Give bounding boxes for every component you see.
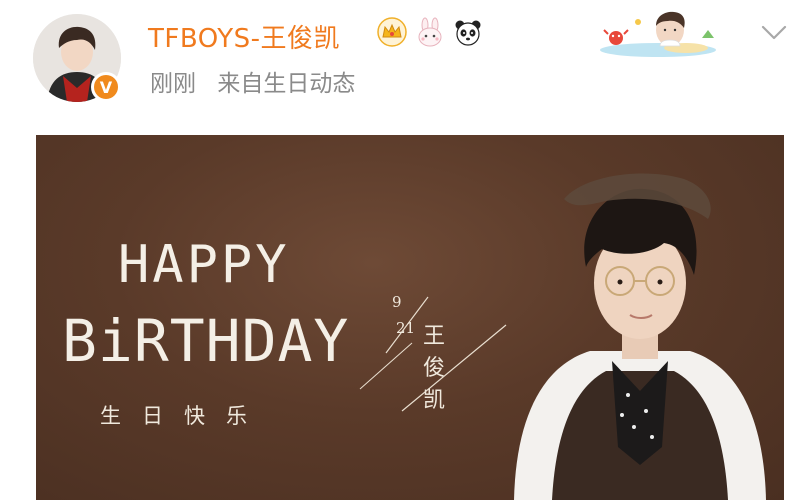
user-badges <box>376 16 484 48</box>
post-image-banner[interactable]: HAPPY BiRTHDAY 生日快乐 9 21 王 俊 凯 <box>36 135 784 500</box>
verified-badge: V <box>91 72 121 102</box>
banner-birthday-text: BiRTHDAY <box>62 307 350 375</box>
name-char: 王 <box>422 324 445 349</box>
birthday-day: 21 <box>396 319 416 337</box>
panda-icon[interactable] <box>452 16 484 48</box>
portrait-image <box>514 173 766 500</box>
banner-happy-text: HAPPY <box>118 235 290 295</box>
vertical-name: 王 俊 凯 <box>422 321 446 417</box>
decoration-sticker <box>598 8 720 58</box>
post-meta: 刚刚 来自生日动态 <box>150 64 355 98</box>
name-char: 凯 <box>422 388 445 413</box>
post-source[interactable]: 来自生日动态 <box>217 71 355 97</box>
bunny-icon[interactable] <box>414 16 446 48</box>
banner-wish-text: 生日快乐 <box>100 404 268 428</box>
username-link[interactable]: TFBOYS-王俊凯 <box>148 18 340 55</box>
chevron-down-icon[interactable] <box>758 18 790 46</box>
crown-icon[interactable] <box>376 16 408 48</box>
post-time: 刚刚 <box>150 71 196 97</box>
birthday-month: 9 <box>392 293 402 311</box>
name-char: 俊 <box>422 356 445 381</box>
post-header: V TFBOYS-王俊凯 刚刚 来自生日动态 <box>0 0 803 120</box>
